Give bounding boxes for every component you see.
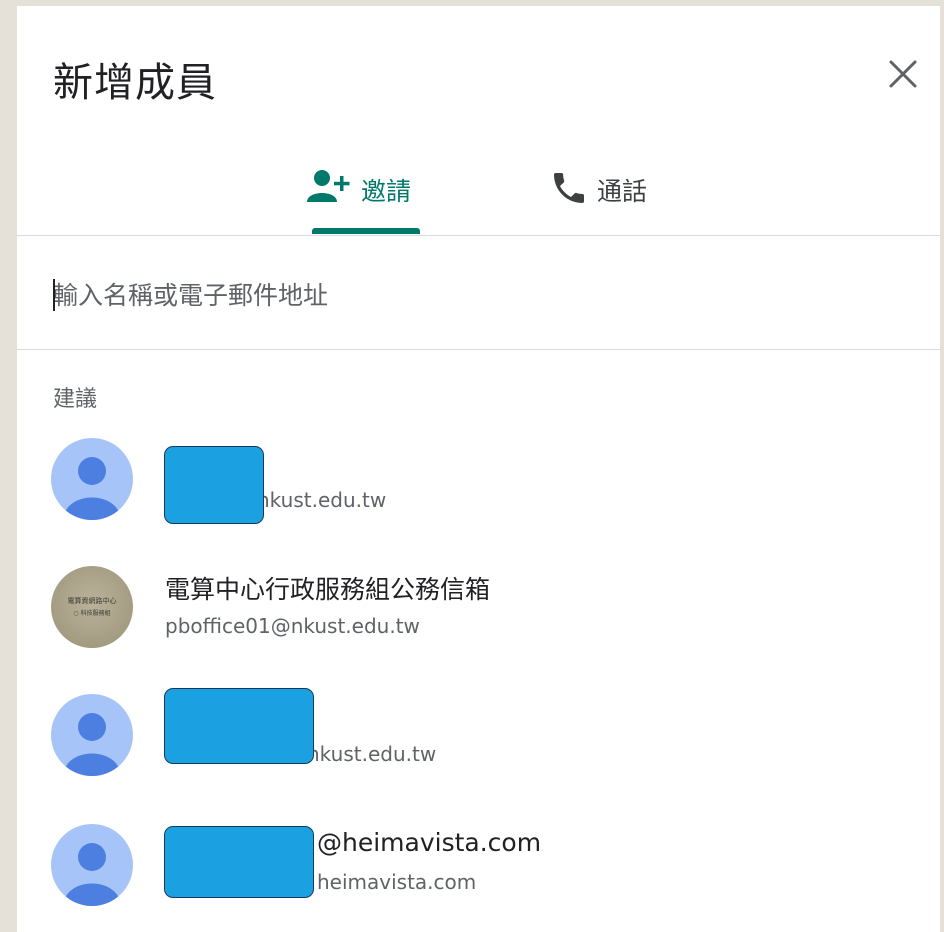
contact-email: pboffice01@nkust.edu.tw: [165, 614, 420, 638]
tab-call[interactable]: 通話: [549, 146, 679, 236]
suggestion-row[interactable]: @heimavista.com heimavista.com: [17, 812, 940, 922]
add-person-icon: [307, 168, 353, 208]
suggestion-row[interactable]: 電算資網路中心 ○ 科技服務組 電算中心行政服務組公務信箱 pboffice01…: [17, 556, 940, 666]
contact-name: @heimavista.com: [317, 828, 542, 857]
tab-invite-label: 邀請: [361, 177, 412, 206]
organization-logo-avatar: 電算資網路中心 ○ 科技服務組: [51, 566, 133, 648]
close-icon: [889, 60, 917, 88]
contact-email: nkust.edu.tw: [307, 742, 437, 766]
contact-email: heimavista.com: [317, 870, 477, 894]
redaction-box: [164, 446, 264, 524]
divider: [17, 235, 940, 236]
redaction-box: [164, 826, 314, 898]
tab-invite[interactable]: 邀請: [307, 146, 425, 236]
contact-email: nkust.edu.tw: [257, 488, 387, 512]
contact-name: 電算中心行政服務組公務信箱: [165, 575, 491, 604]
default-avatar-icon: [51, 438, 133, 520]
dialog-title: 新增成員: [53, 60, 217, 106]
search-input[interactable]: [53, 270, 893, 320]
tab-call-label: 通話: [597, 177, 648, 206]
tab-bar: 邀請 通話: [17, 146, 940, 236]
active-tab-indicator: [312, 228, 420, 234]
default-avatar-icon: [51, 824, 133, 906]
suggestions-label: 建議: [53, 387, 98, 412]
divider: [17, 349, 940, 350]
close-button[interactable]: [881, 52, 925, 96]
suggestion-row[interactable]: nkust.edu.tw: [17, 426, 940, 536]
phone-icon: [549, 168, 589, 212]
redaction-box: [164, 688, 314, 764]
add-member-dialog: 新增成員 邀請 通話 輸入名稱或電子郵件地址 建議 nkust.edu.tw 電…: [17, 6, 940, 932]
default-avatar-icon: [51, 694, 133, 776]
text-cursor: [53, 279, 55, 311]
logo-subtext: ○ 科技服務組: [73, 610, 111, 617]
logo-text: 電算資網路中心: [67, 597, 117, 605]
suggestion-row[interactable]: nkust.edu.tw: [17, 682, 940, 792]
